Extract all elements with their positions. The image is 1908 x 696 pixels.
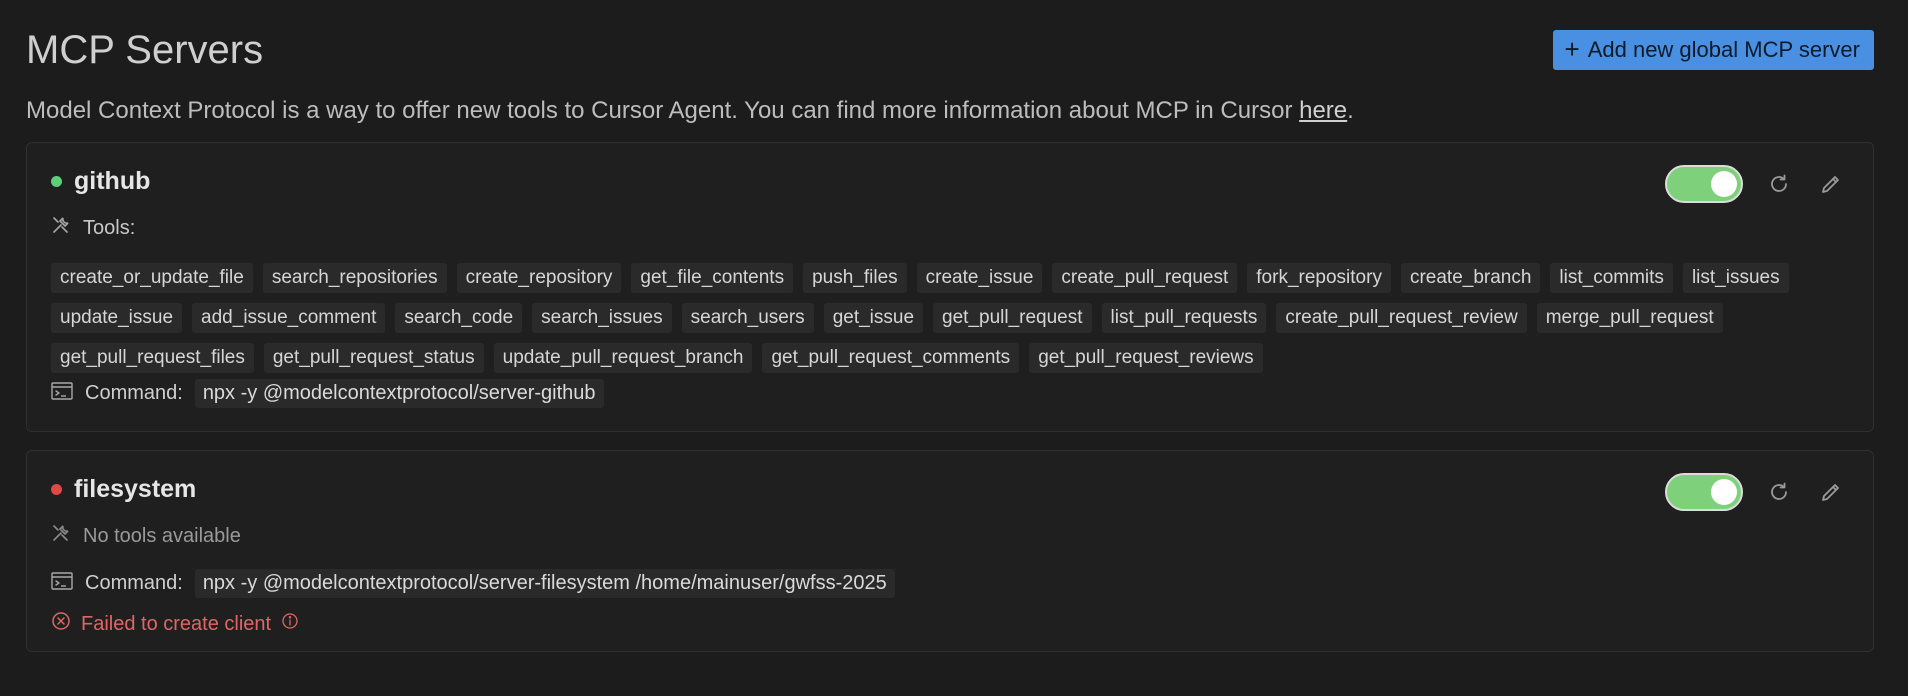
tool-tag: create_repository (456, 263, 622, 293)
server-name: github (74, 167, 151, 195)
command-value: npx -y @modelcontextprotocol/server-file… (194, 569, 895, 598)
tool-tag: list_issues (1682, 263, 1789, 293)
error-x-circle-icon (51, 611, 71, 637)
intro-text-after: . (1347, 97, 1354, 124)
tool-tag: get_pull_request (933, 303, 1092, 333)
tool-tag: update_pull_request_branch (493, 343, 753, 373)
server-controls (1665, 165, 1847, 203)
tool-tag: get_pull_request_status (263, 343, 484, 373)
command-label: Command: (85, 382, 183, 404)
add-global-mcp-server-button[interactable]: + Add new global MCP server (1552, 30, 1874, 70)
tool-tag: fork_repository (1247, 263, 1391, 293)
tool-tag: get_pull_request_comments (762, 343, 1020, 373)
more-info-link[interactable]: here (1299, 97, 1347, 124)
refresh-icon[interactable] (1763, 476, 1795, 508)
tool-tag: create_pull_request_review (1276, 303, 1527, 333)
terminal-icon (51, 381, 73, 406)
tools-list: create_or_update_file search_repositorie… (51, 263, 1851, 373)
tool-tag: search_issues (532, 303, 672, 333)
command-row: Command: npx -y @modelcontextprotocol/se… (51, 569, 895, 598)
tool-tag: add_issue_comment (192, 303, 386, 333)
intro-text-before: Model Context Protocol is a way to offer… (26, 97, 1300, 124)
tool-tag: search_code (395, 303, 523, 333)
tools-icon (51, 523, 71, 549)
command-label: Command: (85, 572, 183, 594)
tool-tag: create_or_update_file (51, 263, 253, 293)
plus-icon: + (1564, 34, 1580, 64)
toggle-knob (1711, 171, 1737, 197)
server-card-github: github Tools: create_or_update_file sear… (26, 142, 1874, 432)
tool-tag: create_branch (1400, 263, 1541, 293)
terminal-icon (51, 571, 73, 596)
server-header: filesystem (51, 475, 196, 504)
tools-label: Tools: (83, 216, 136, 239)
page-title: MCP Servers (26, 28, 264, 72)
tool-tag: search_repositories (262, 263, 447, 293)
tool-tag: get_file_contents (631, 263, 794, 293)
server-name: filesystem (74, 475, 197, 503)
tool-tag: create_issue (916, 263, 1043, 293)
tool-tag: get_pull_request_reviews (1029, 343, 1263, 373)
edit-pencil-icon[interactable] (1815, 476, 1847, 508)
tool-tag: list_pull_requests (1101, 303, 1267, 333)
tools-row: Tools: (51, 215, 135, 241)
refresh-icon[interactable] (1763, 168, 1795, 200)
command-value: npx -y @modelcontextprotocol/server-gith… (194, 379, 604, 408)
server-header: github (51, 167, 150, 196)
enable-toggle[interactable] (1665, 165, 1743, 203)
tool-tag: search_users (681, 303, 814, 333)
status-dot-error (51, 484, 62, 495)
info-icon[interactable] (281, 612, 299, 636)
tool-tag: get_issue (823, 303, 924, 333)
header: MCP Servers + Add new global MCP server (26, 0, 1874, 96)
server-card-filesystem: filesystem No tools available Command: n… (26, 450, 1874, 652)
intro-text: Model Context Protocol is a way to offer… (26, 96, 1354, 126)
toggle-knob (1711, 479, 1737, 505)
tool-tag: update_issue (51, 303, 183, 333)
status-dot-ok (51, 176, 62, 187)
tool-tag: push_files (803, 263, 907, 293)
tool-tag: create_pull_request (1052, 263, 1238, 293)
tools-icon (51, 215, 71, 241)
enable-toggle[interactable] (1665, 473, 1743, 511)
tool-tag: merge_pull_request (1536, 303, 1723, 333)
tool-tag: list_commits (1550, 263, 1673, 293)
no-tools-label: No tools available (83, 524, 241, 547)
mcp-servers-page: MCP Servers + Add new global MCP server … (26, 0, 1874, 652)
server-controls (1665, 473, 1847, 511)
tool-tag: get_pull_request_files (51, 343, 254, 373)
error-message: Failed to create client (81, 612, 272, 635)
edit-pencil-icon[interactable] (1815, 168, 1847, 200)
tools-row: No tools available (51, 523, 241, 549)
command-row: Command: npx -y @modelcontextprotocol/se… (51, 379, 604, 408)
add-button-label: Add new global MCP server (1587, 37, 1860, 62)
error-row: Failed to create client (51, 611, 299, 637)
